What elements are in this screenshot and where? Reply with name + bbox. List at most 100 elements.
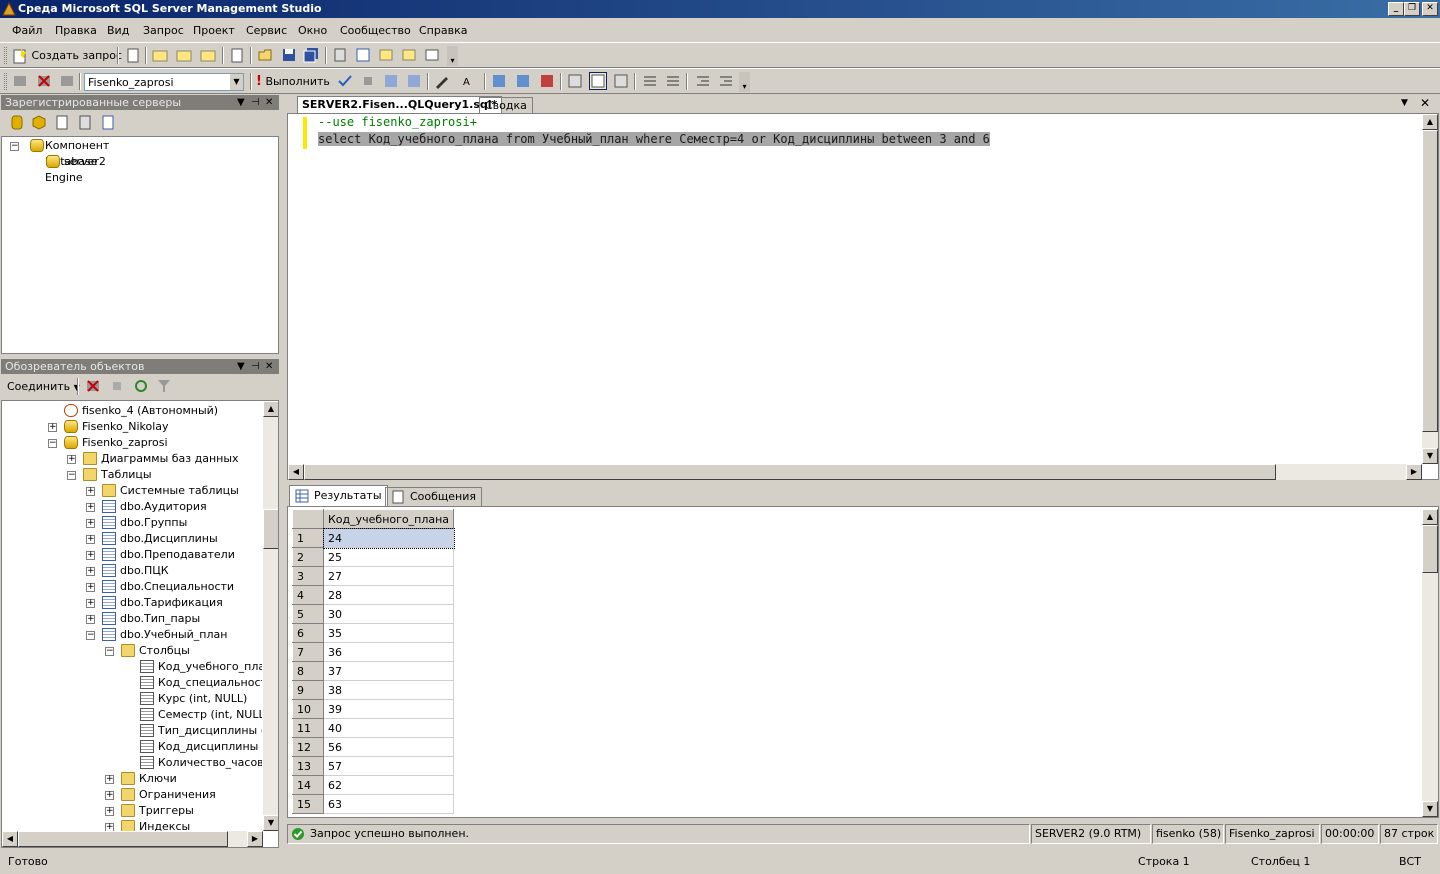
sql-editor[interactable]: --use fisenko_zaprosi+ select Код_учебно… bbox=[287, 113, 1439, 480]
disconnect-icon[interactable] bbox=[85, 378, 101, 394]
cell-value[interactable]: 25 bbox=[322, 547, 455, 567]
oe-node[interactable]: − Fisenko_zaprosi bbox=[2, 435, 262, 451]
tab-list-icon[interactable]: ▼ bbox=[1401, 98, 1408, 108]
collapse-icon[interactable]: − bbox=[67, 471, 76, 480]
pin-icon[interactable]: ⊣ bbox=[251, 95, 260, 110]
scroll-up-icon[interactable]: ▲ bbox=[1422, 114, 1438, 130]
oe-node[interactable]: + dbo.Тип_пары bbox=[2, 611, 262, 627]
cell-value[interactable]: 39 bbox=[322, 699, 455, 719]
row-number[interactable]: 8 bbox=[292, 661, 324, 681]
intellisense-icon[interactable]: A bbox=[462, 73, 478, 89]
expand-icon[interactable]: + bbox=[86, 535, 95, 544]
column-header[interactable]: Код_учебного_плана bbox=[322, 509, 455, 529]
close-icon[interactable]: ✕ bbox=[265, 359, 273, 374]
expand-icon[interactable]: + bbox=[105, 823, 114, 831]
new-query-button[interactable]: Создать запрос bbox=[12, 47, 122, 65]
oe-node[interactable]: Код_специальности bbox=[2, 675, 262, 691]
scroll-thumb[interactable] bbox=[1422, 525, 1438, 573]
database-select[interactable]: Fisenko_zaprosi ▼ bbox=[84, 73, 244, 91]
save-all-icon[interactable] bbox=[303, 47, 319, 63]
toolbar-overflow[interactable]: ▾ bbox=[447, 46, 458, 66]
oe-node[interactable]: + Ограничения bbox=[2, 787, 262, 803]
client-statistics-icon[interactable] bbox=[515, 73, 531, 89]
close-document-icon[interactable]: ✕ bbox=[1420, 96, 1430, 110]
toolbar2-overflow[interactable]: ▾ bbox=[739, 72, 750, 92]
table-row[interactable]: 13 57 bbox=[292, 756, 455, 776]
oe-node[interactable]: + Fisenko_Nikolay bbox=[2, 419, 262, 435]
cell-value[interactable]: 63 bbox=[322, 794, 455, 814]
table-row[interactable]: 7 36 bbox=[292, 642, 455, 662]
scroll-left-icon[interactable]: ◀ bbox=[288, 464, 304, 480]
oe-node[interactable]: Количество_часов (i bbox=[2, 755, 262, 771]
scroll-right-icon[interactable]: ▶ bbox=[1406, 464, 1422, 480]
connect-dropdown[interactable]: Соединить ▼ bbox=[7, 380, 80, 393]
results-vscroll[interactable]: ▲ ▼ bbox=[1422, 509, 1438, 817]
cell-value[interactable]: 40 bbox=[322, 718, 455, 738]
minimize-button[interactable]: _ bbox=[1388, 2, 1404, 16]
oe-node[interactable]: Код_учебного_план bbox=[2, 659, 262, 675]
object-explorer-icon[interactable] bbox=[355, 47, 371, 63]
hscroll-thumb[interactable] bbox=[304, 464, 1276, 480]
change-connection-icon[interactable] bbox=[59, 73, 75, 89]
properties-icon[interactable] bbox=[424, 47, 440, 63]
table-row[interactable]: 5 30 bbox=[292, 604, 455, 624]
editor-vscroll[interactable]: ▲ ▼ bbox=[1422, 114, 1438, 464]
actual-plan-icon[interactable] bbox=[491, 73, 507, 89]
oe-node[interactable]: + dbo.ПЦК bbox=[2, 563, 262, 579]
cell-value[interactable]: 62 bbox=[322, 775, 455, 795]
increase-indent-icon[interactable] bbox=[718, 73, 734, 89]
row-number[interactable]: 5 bbox=[292, 604, 324, 624]
editor-line-1[interactable]: --use fisenko_zaprosi+ bbox=[318, 115, 477, 129]
collapse-icon[interactable]: − bbox=[105, 647, 114, 656]
oe-node[interactable]: + dbo.Дисциплины bbox=[2, 531, 262, 547]
oe-node[interactable]: − Таблицы bbox=[2, 467, 262, 483]
object-explorer-vscroll[interactable]: ▲ ▼ bbox=[263, 401, 278, 831]
xmla-query-icon[interactable] bbox=[200, 47, 216, 63]
scroll-thumb[interactable] bbox=[263, 509, 278, 549]
solution-explorer-icon[interactable] bbox=[401, 47, 417, 63]
menu-tools[interactable]: Сервис bbox=[246, 24, 287, 37]
expand-icon[interactable]: + bbox=[105, 807, 114, 816]
oe-node[interactable]: + Индексы bbox=[2, 819, 262, 831]
filter-icon[interactable] bbox=[156, 378, 172, 394]
close-icon[interactable]: ✕ bbox=[265, 95, 273, 110]
oe-node[interactable]: + dbo.Группы bbox=[2, 515, 262, 531]
refresh-icon[interactable] bbox=[133, 378, 149, 394]
expand-icon[interactable]: + bbox=[86, 503, 95, 512]
collapse-icon[interactable]: − bbox=[10, 142, 19, 151]
results-to-text-icon[interactable] bbox=[567, 73, 583, 89]
analysis-services-icon[interactable] bbox=[31, 114, 47, 130]
table-row[interactable]: 10 39 bbox=[292, 699, 455, 719]
collapse-icon[interactable]: − bbox=[48, 439, 57, 448]
cell-value[interactable]: 36 bbox=[322, 642, 455, 662]
query-stats-icon[interactable] bbox=[539, 73, 555, 89]
new-file-icon[interactable] bbox=[125, 47, 141, 63]
oe-node[interactable]: Тип_дисциплины (va bbox=[2, 723, 262, 739]
menu-edit[interactable]: Правка bbox=[55, 24, 97, 37]
table-row[interactable]: 8 37 bbox=[292, 661, 455, 681]
cell-value[interactable]: 35 bbox=[322, 623, 455, 643]
registered-servers-icon[interactable] bbox=[332, 47, 348, 63]
query-designer-icon[interactable] bbox=[434, 73, 450, 89]
database-engine-icon[interactable] bbox=[9, 114, 25, 130]
table-row[interactable]: 15 63 bbox=[292, 794, 455, 814]
integration-services-icon[interactable] bbox=[77, 114, 93, 130]
row-number[interactable]: 12 bbox=[292, 737, 324, 757]
cell-value[interactable]: 56 bbox=[322, 737, 455, 757]
mdx-query-icon[interactable] bbox=[152, 47, 168, 63]
execute-button[interactable]: ! Выполнить bbox=[256, 73, 330, 91]
oe-node[interactable]: Код_дисциплины (in bbox=[2, 739, 262, 755]
table-row[interactable]: 2 25 bbox=[292, 547, 455, 567]
table-row[interactable]: 1 24 bbox=[292, 527, 455, 549]
connect-icon[interactable] bbox=[12, 73, 28, 89]
oe-node[interactable]: Семестр (int, NULL) bbox=[2, 707, 262, 723]
object-explorer-hscroll[interactable]: ◀ ▶ bbox=[2, 831, 263, 847]
table-row[interactable]: 14 62 bbox=[292, 775, 455, 795]
scroll-up-icon[interactable]: ▲ bbox=[263, 401, 278, 417]
sql-mobile-icon[interactable] bbox=[100, 114, 116, 130]
row-number[interactable]: 7 bbox=[292, 642, 324, 662]
expand-icon[interactable]: + bbox=[86, 487, 95, 496]
menu-community[interactable]: Сообщество bbox=[340, 24, 411, 37]
menu-help[interactable]: Справка bbox=[419, 24, 467, 37]
table-row[interactable]: 3 27 bbox=[292, 566, 455, 586]
